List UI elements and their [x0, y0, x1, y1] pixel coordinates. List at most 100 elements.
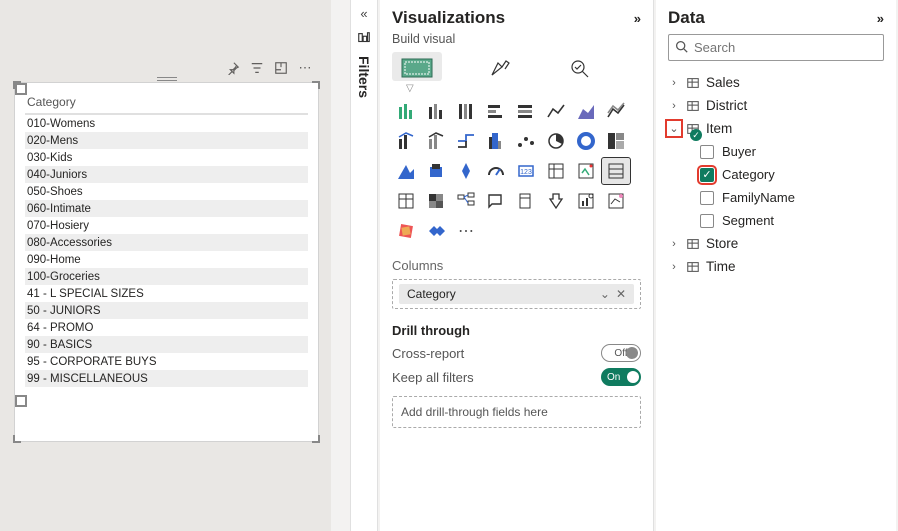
viz-type-more-visuals[interactable]: ⋯	[452, 218, 480, 244]
table-row[interactable]: 99 - MISCELLANEOUS	[25, 370, 308, 387]
data-table-item[interactable]: ⌄Item✓	[668, 117, 884, 140]
viz-type-combo-clustered-line[interactable]	[422, 128, 450, 154]
table-row[interactable]: 020-Mens	[25, 132, 308, 149]
table-row[interactable]: 95 - CORPORATE BUYS	[25, 353, 308, 370]
viz-type-multi-row-card[interactable]	[542, 158, 570, 184]
field-checkbox[interactable]	[700, 191, 714, 205]
data-field-familyname[interactable]: FamilyName	[668, 186, 884, 209]
table-icon	[686, 76, 700, 90]
filter-icon[interactable]	[248, 59, 266, 77]
table-row[interactable]: 050-Shoes	[25, 183, 308, 200]
table-row[interactable]: 090-Home	[25, 251, 308, 268]
viz-type-azure-map[interactable]	[452, 158, 480, 184]
data-field-buyer[interactable]: Buyer	[668, 140, 884, 163]
data-search-box[interactable]	[668, 34, 884, 61]
viz-type-gauge[interactable]	[482, 158, 510, 184]
table-row[interactable]: 040-Juniors	[25, 166, 308, 183]
viz-type-key-influencers[interactable]	[422, 218, 450, 244]
analytics-tab[interactable]	[556, 52, 606, 81]
remove-field-icon[interactable]: ✕	[616, 287, 626, 301]
more-options-icon[interactable]: ⋯	[296, 59, 314, 77]
chevron-right-icon[interactable]: ›	[668, 77, 680, 89]
cross-report-label: Cross-report	[392, 346, 464, 361]
viz-type-stacked-column[interactable]	[452, 98, 480, 124]
data-field-category[interactable]: ✓Category	[668, 163, 884, 186]
table-row[interactable]: 080-Accessories	[25, 234, 308, 251]
focus-mode-icon[interactable]	[272, 59, 290, 77]
viz-type-100-bar[interactable]	[512, 98, 540, 124]
drill-through-dropzone[interactable]: Add drill-through fields here	[392, 396, 641, 428]
viz-type-decomposition-tree[interactable]	[452, 188, 480, 214]
data-field-label: Segment	[722, 213, 774, 228]
table-column-header[interactable]: Category	[25, 91, 308, 115]
table-row[interactable]: 060-Intimate	[25, 200, 308, 217]
viz-type-pie[interactable]	[542, 128, 570, 154]
table-row[interactable]: 030-Kids	[25, 149, 308, 166]
table-visual[interactable]: ⋯ Category 010-Womens020-Mens030-Kids040…	[14, 82, 319, 442]
viz-type-table[interactable]	[602, 158, 630, 184]
viz-type-paginated[interactable]	[572, 188, 600, 214]
viz-type-clustered-bar[interactable]	[422, 98, 450, 124]
field-checkbox[interactable]: ✓	[700, 168, 714, 182]
viz-type-power-automate[interactable]	[392, 218, 420, 244]
table-row[interactable]: 50 - JUNIORS	[25, 302, 308, 319]
viz-type-waterfall[interactable]	[482, 128, 510, 154]
viz-type-kpi[interactable]	[572, 158, 600, 184]
filters-pane-label: Filters	[356, 56, 372, 98]
data-table-district[interactable]: ›District	[668, 94, 884, 117]
viz-type-qna[interactable]	[482, 188, 510, 214]
viz-type-donut[interactable]	[572, 128, 600, 154]
viz-type-power-apps[interactable]	[602, 188, 630, 214]
field-checkbox[interactable]	[700, 145, 714, 159]
viz-type-card[interactable]: 123	[512, 158, 540, 184]
build-visual-tab[interactable]	[392, 52, 442, 81]
viz-type-matrix[interactable]	[392, 188, 420, 214]
table-row[interactable]: 64 - PROMO	[25, 319, 308, 336]
viz-type-smart-narrative[interactable]	[512, 188, 540, 214]
data-table-sales[interactable]: ›Sales	[668, 71, 884, 94]
table-row[interactable]: 41 - L SPECIAL SIZES	[25, 285, 308, 302]
chevron-right-icon[interactable]: ›	[668, 100, 680, 112]
pin-icon[interactable]	[224, 59, 242, 77]
collapse-data-pane-icon[interactable]: »	[877, 11, 884, 26]
table-row[interactable]: 100-Groceries	[25, 268, 308, 285]
table-row[interactable]: 010-Womens	[25, 115, 308, 132]
data-table-store[interactable]: ›Store	[668, 232, 884, 255]
field-checkbox[interactable]	[700, 214, 714, 228]
table-icon	[686, 99, 700, 113]
viz-type-stacked-bar[interactable]	[392, 98, 420, 124]
table-content: Category 010-Womens020-Mens030-Kids040-J…	[15, 83, 318, 395]
format-visual-tab[interactable]	[474, 52, 524, 81]
viz-type-stacked-area[interactable]	[602, 98, 630, 124]
keep-filters-label: Keep all filters	[392, 370, 474, 385]
field-chip-category[interactable]: Category ⌄ ✕	[399, 284, 634, 304]
filters-pane-collapsed[interactable]: « Filters	[350, 0, 378, 531]
collapse-viz-pane-icon[interactable]: »	[634, 11, 641, 26]
viz-type-slicer[interactable]	[422, 188, 450, 214]
chevron-down-icon[interactable]: ⌄	[600, 287, 610, 301]
build-visual-label: Build visual	[392, 32, 641, 46]
data-table-time[interactable]: ›Time	[668, 255, 884, 278]
viz-type-area[interactable]	[572, 98, 600, 124]
viz-type-treemap[interactable]	[602, 128, 630, 154]
drag-handle-icon[interactable]	[157, 77, 177, 81]
viz-type-funnel[interactable]	[422, 158, 450, 184]
viz-type-ribbon[interactable]	[452, 128, 480, 154]
data-search-input[interactable]	[692, 39, 877, 56]
table-row[interactable]: 90 - BASICS	[25, 336, 308, 353]
chevron-right-icon[interactable]: ›	[668, 238, 680, 250]
columns-field-well[interactable]: Category ⌄ ✕	[392, 279, 641, 309]
keep-filters-toggle[interactable]: On	[601, 368, 641, 386]
chevron-down-icon[interactable]: ⌄	[668, 122, 680, 135]
viz-type-combo-column-line[interactable]	[392, 128, 420, 154]
viz-type-line[interactable]	[542, 98, 570, 124]
viz-type-filled-map[interactable]	[392, 158, 420, 184]
viz-type-bar-horizontal[interactable]	[482, 98, 510, 124]
data-field-segment[interactable]: Segment	[668, 209, 884, 232]
viz-type-goals[interactable]	[542, 188, 570, 214]
cross-report-toggle[interactable]: Off	[601, 344, 641, 362]
table-row[interactable]: 070-Hosiery	[25, 217, 308, 234]
chevron-right-icon[interactable]: ›	[668, 261, 680, 273]
viz-type-scatter[interactable]	[512, 128, 540, 154]
expand-filters-icon[interactable]: «	[360, 6, 367, 21]
